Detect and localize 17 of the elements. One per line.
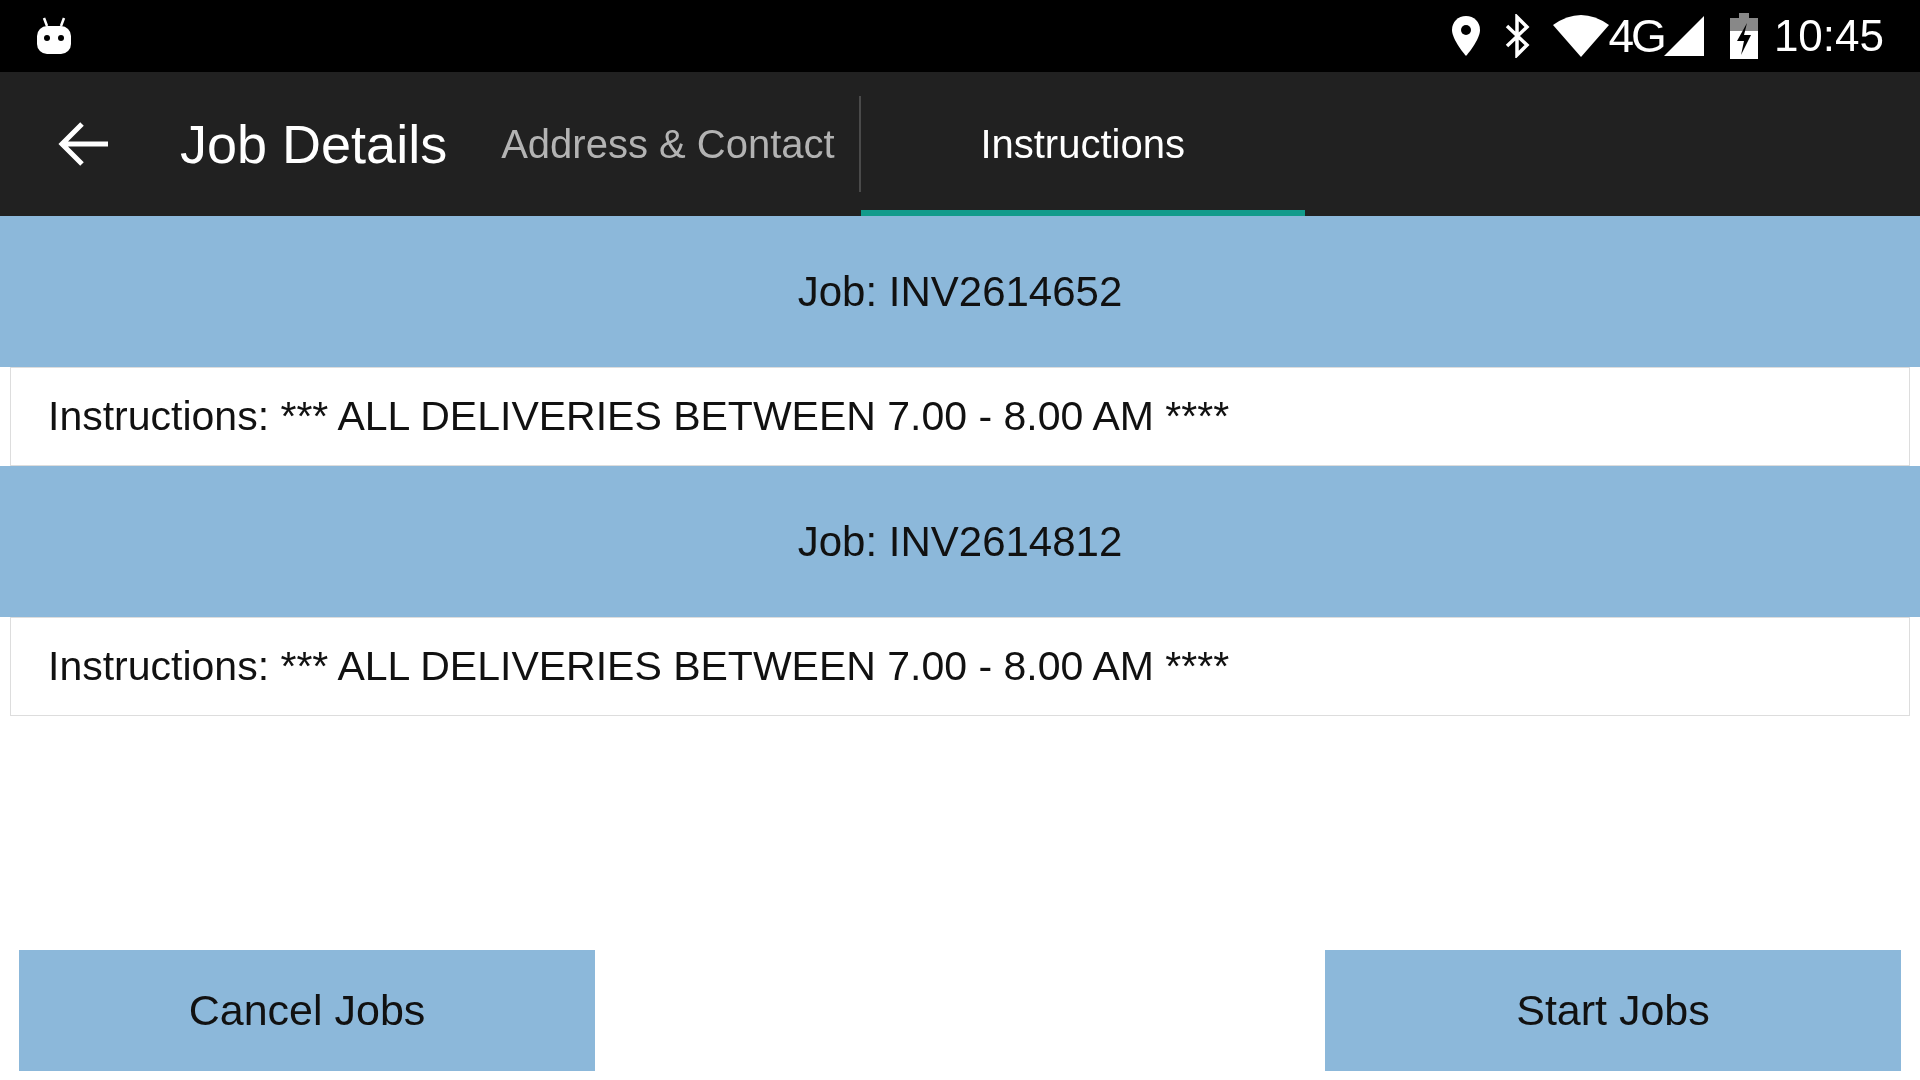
instructions-text: Instructions: *** ALL DELIVERIES BETWEEN 7.00 - 8.00 AM **** — [10, 617, 1910, 716]
signal-icon — [1663, 16, 1704, 56]
location-icon — [1450, 15, 1481, 57]
android-icon — [36, 16, 72, 56]
back-icon — [58, 121, 110, 167]
tab[interactable]: Address & Contact — [477, 72, 859, 216]
battery-charging-icon — [1729, 13, 1758, 59]
action-button[interactable]: Cancel Jobs — [19, 950, 595, 1071]
action-button[interactable]: Start Jobs — [1325, 950, 1901, 1071]
instructions-text: Instructions: *** ALL DELIVERIES BETWEEN 7.00 - 8.00 AM **** — [10, 367, 1910, 466]
job-header: Job: INV2614812 — [0, 466, 1920, 617]
bluetooth-icon — [1504, 14, 1531, 58]
screen-title: Job Details — [180, 112, 448, 176]
clock-time: 10:45 — [1773, 14, 1884, 58]
network-label: 4G — [1608, 13, 1664, 59]
wifi-icon — [1552, 15, 1609, 57]
job-header: Job: INV2614652 — [0, 216, 1920, 367]
